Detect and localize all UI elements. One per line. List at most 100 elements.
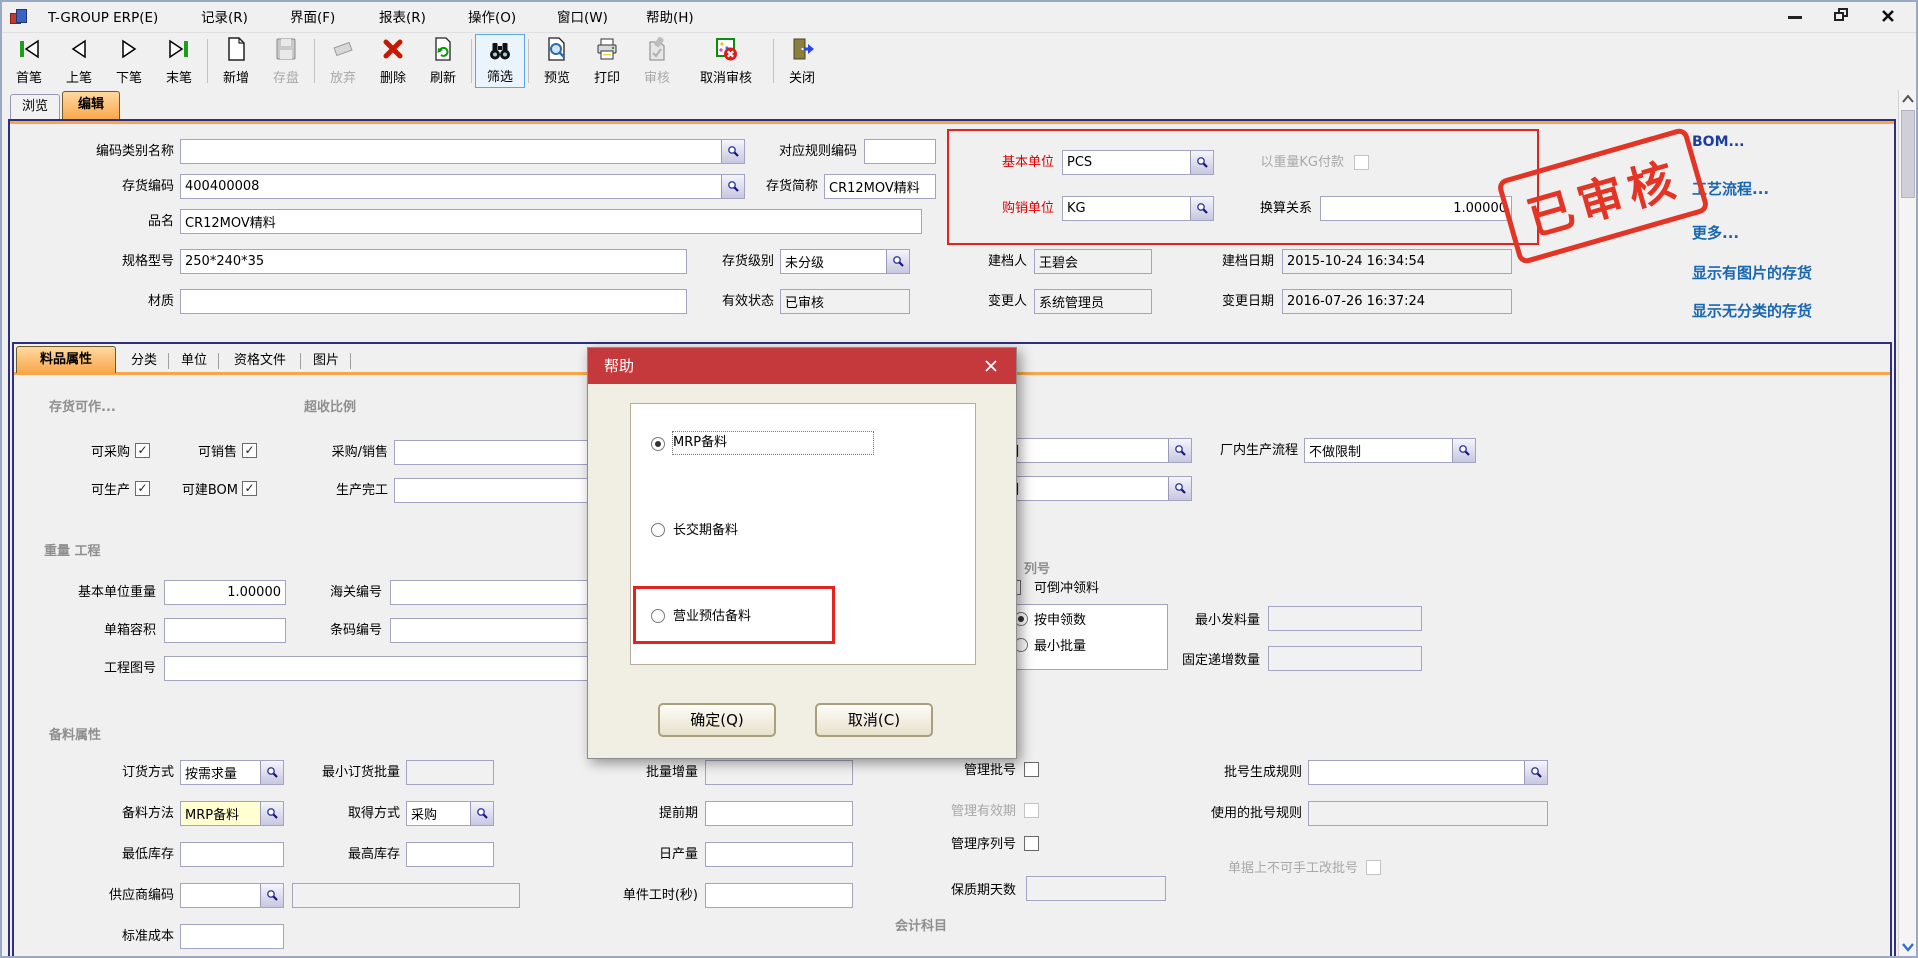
spec-input[interactable]: 250*240*35 xyxy=(180,249,687,274)
prod-finish-input[interactable] xyxy=(394,478,595,503)
detail-tab-qualification[interactable]: 资格文件 xyxy=(222,350,298,372)
menu-window[interactable]: 窗口(W) xyxy=(557,9,608,27)
max-stock-input[interactable] xyxy=(406,842,494,867)
option-sales-forecast-label[interactable]: 营业预估备料 xyxy=(673,604,873,629)
lookup-icon[interactable] xyxy=(260,802,283,825)
menu-bar: T-GROUP ERP(E) 记录(R) 界面(F) 报表(R) 操作(O) 窗… xyxy=(2,2,1916,33)
material-input[interactable] xyxy=(180,289,687,314)
purchase-sale-input[interactable] xyxy=(394,440,595,465)
purchasable-checkbox[interactable] xyxy=(135,443,150,458)
minimize-icon[interactable] xyxy=(1788,16,1802,19)
lookup-icon[interactable] xyxy=(721,140,744,163)
tab-browse[interactable]: 浏览 xyxy=(10,94,60,120)
producible-checkbox[interactable] xyxy=(135,481,150,496)
last-record-button[interactable]: 末笔 xyxy=(154,34,204,88)
factory-flow-input[interactable]: 不做限制 xyxy=(1304,438,1476,463)
link-more[interactable]: 更多... xyxy=(1692,222,1739,243)
link-show-unclassified[interactable]: 显示无分类的存货 xyxy=(1692,300,1812,321)
dialog-cancel-button[interactable]: 取消(C) xyxy=(815,703,933,737)
customs-input[interactable] xyxy=(390,580,595,605)
vertical-scrollbar[interactable] xyxy=(1898,90,1918,958)
menu-report[interactable]: 报表(R) xyxy=(379,9,426,27)
supplier-code-input[interactable] xyxy=(180,883,284,908)
batch-rule-input[interactable] xyxy=(1308,760,1548,785)
new-button[interactable]: 新增 xyxy=(211,34,261,88)
code-category-input[interactable] xyxy=(180,139,745,164)
menu-help[interactable]: 帮助(H) xyxy=(646,9,694,27)
delete-button[interactable]: 删除 xyxy=(368,34,418,88)
option-long-leadtime-radio[interactable] xyxy=(651,523,665,537)
bom-allowed-checkbox[interactable] xyxy=(242,481,257,496)
base-unit-input[interactable]: PCS xyxy=(1062,150,1214,175)
rule-code-input[interactable] xyxy=(864,139,936,164)
detail-tab-item-attributes[interactable]: 料品属性 xyxy=(16,346,116,373)
cancel-audit-button[interactable]: 取消审核 xyxy=(682,34,770,88)
section-usable-header: 存货可作... xyxy=(49,396,116,415)
acquire-mode-input[interactable]: 采购 xyxy=(406,801,494,826)
min-stock-input[interactable] xyxy=(180,842,284,867)
prev-record-button[interactable]: 上笔 xyxy=(54,34,104,88)
lookup-icon[interactable] xyxy=(1452,439,1475,462)
lookup-icon[interactable] xyxy=(1190,151,1213,174)
section-serial-partial-header: 列号 xyxy=(1024,558,1050,577)
dialog-ok-button[interactable]: 确定(Q) xyxy=(658,703,776,737)
menu-record[interactable]: 记录(R) xyxy=(201,9,248,27)
print-button[interactable]: 打印 xyxy=(582,34,632,88)
link-bom[interactable]: BOM... xyxy=(1692,134,1744,150)
lead-time-input[interactable] xyxy=(705,801,853,826)
option-sales-forecast-radio[interactable] xyxy=(651,609,665,623)
tab-edit[interactable]: 编辑 xyxy=(62,91,120,120)
item-abbr-input[interactable]: CR12MOV精料 xyxy=(824,174,936,199)
unit-hours-input[interactable] xyxy=(705,883,853,908)
order-mode-input[interactable]: 按需求量 xyxy=(180,760,284,785)
lookup-icon[interactable] xyxy=(886,250,909,273)
menu-action[interactable]: 操作(O) xyxy=(468,9,516,27)
lookup-icon[interactable] xyxy=(1524,761,1547,784)
help-dialog-titlebar[interactable]: 帮助 xyxy=(588,348,1016,384)
item-name-input[interactable]: CR12MOV精料 xyxy=(180,209,922,234)
lookup-icon[interactable] xyxy=(1168,439,1191,462)
scroll-thumb[interactable] xyxy=(1901,110,1915,198)
refresh-button[interactable]: 刷新 xyxy=(418,34,468,88)
lookup-icon[interactable] xyxy=(1190,197,1213,220)
conversion-input[interactable]: 1.00000 xyxy=(1320,196,1512,221)
lookup-icon[interactable] xyxy=(470,802,493,825)
scroll-up-icon[interactable] xyxy=(1902,94,1914,104)
trade-unit-input[interactable]: KG xyxy=(1062,196,1214,221)
option-mrp-radio[interactable] xyxy=(651,437,665,451)
option-mrp-label[interactable]: MRP备料 xyxy=(673,432,873,454)
box-volume-label: 单箱容积 xyxy=(76,618,156,643)
first-record-button[interactable]: 首笔 xyxy=(4,34,54,88)
close-window-button[interactable]: 关闭 xyxy=(777,34,827,88)
menu-ui[interactable]: 界面(F) xyxy=(290,9,335,27)
level-input[interactable]: 未分级 xyxy=(780,249,910,274)
box-volume-input[interactable] xyxy=(164,618,286,643)
barcode-input[interactable] xyxy=(390,618,595,643)
restore-icon[interactable] xyxy=(1834,8,1850,22)
drawing-no-input[interactable] xyxy=(164,656,595,681)
menu-app[interactable]: T-GROUP ERP(E) xyxy=(48,9,158,27)
lookup-icon[interactable] xyxy=(260,884,283,907)
link-show-with-images[interactable]: 显示有图片的存货 xyxy=(1692,262,1812,283)
sellable-checkbox[interactable] xyxy=(242,443,257,458)
batch-no-checkbox[interactable] xyxy=(1024,762,1039,777)
lookup-icon[interactable] xyxy=(1168,477,1191,500)
scroll-down-icon[interactable] xyxy=(1902,942,1914,952)
dialog-close-icon[interactable] xyxy=(982,357,1000,375)
filter-button[interactable]: 筛选 xyxy=(475,34,525,88)
detail-tab-category[interactable]: 分类 xyxy=(122,350,166,372)
base-weight-input[interactable]: 1.00000 xyxy=(164,580,286,605)
daily-output-input[interactable] xyxy=(705,842,853,867)
lookup-icon[interactable] xyxy=(721,175,744,198)
std-cost-input[interactable] xyxy=(180,924,284,949)
close-icon[interactable] xyxy=(1880,8,1896,24)
detail-tab-unit[interactable]: 单位 xyxy=(172,350,216,372)
lookup-icon[interactable] xyxy=(260,761,283,784)
serial-no-checkbox[interactable] xyxy=(1024,836,1039,851)
detail-tab-image[interactable]: 图片 xyxy=(304,350,348,372)
preview-button[interactable]: 预览 xyxy=(532,34,582,88)
item-code-input[interactable]: 400400008 xyxy=(180,174,745,199)
next-record-button[interactable]: 下笔 xyxy=(104,34,154,88)
prep-method-input[interactable]: MRP备料 xyxy=(180,801,284,826)
option-long-leadtime-label[interactable]: 长交期备料 xyxy=(673,518,873,543)
